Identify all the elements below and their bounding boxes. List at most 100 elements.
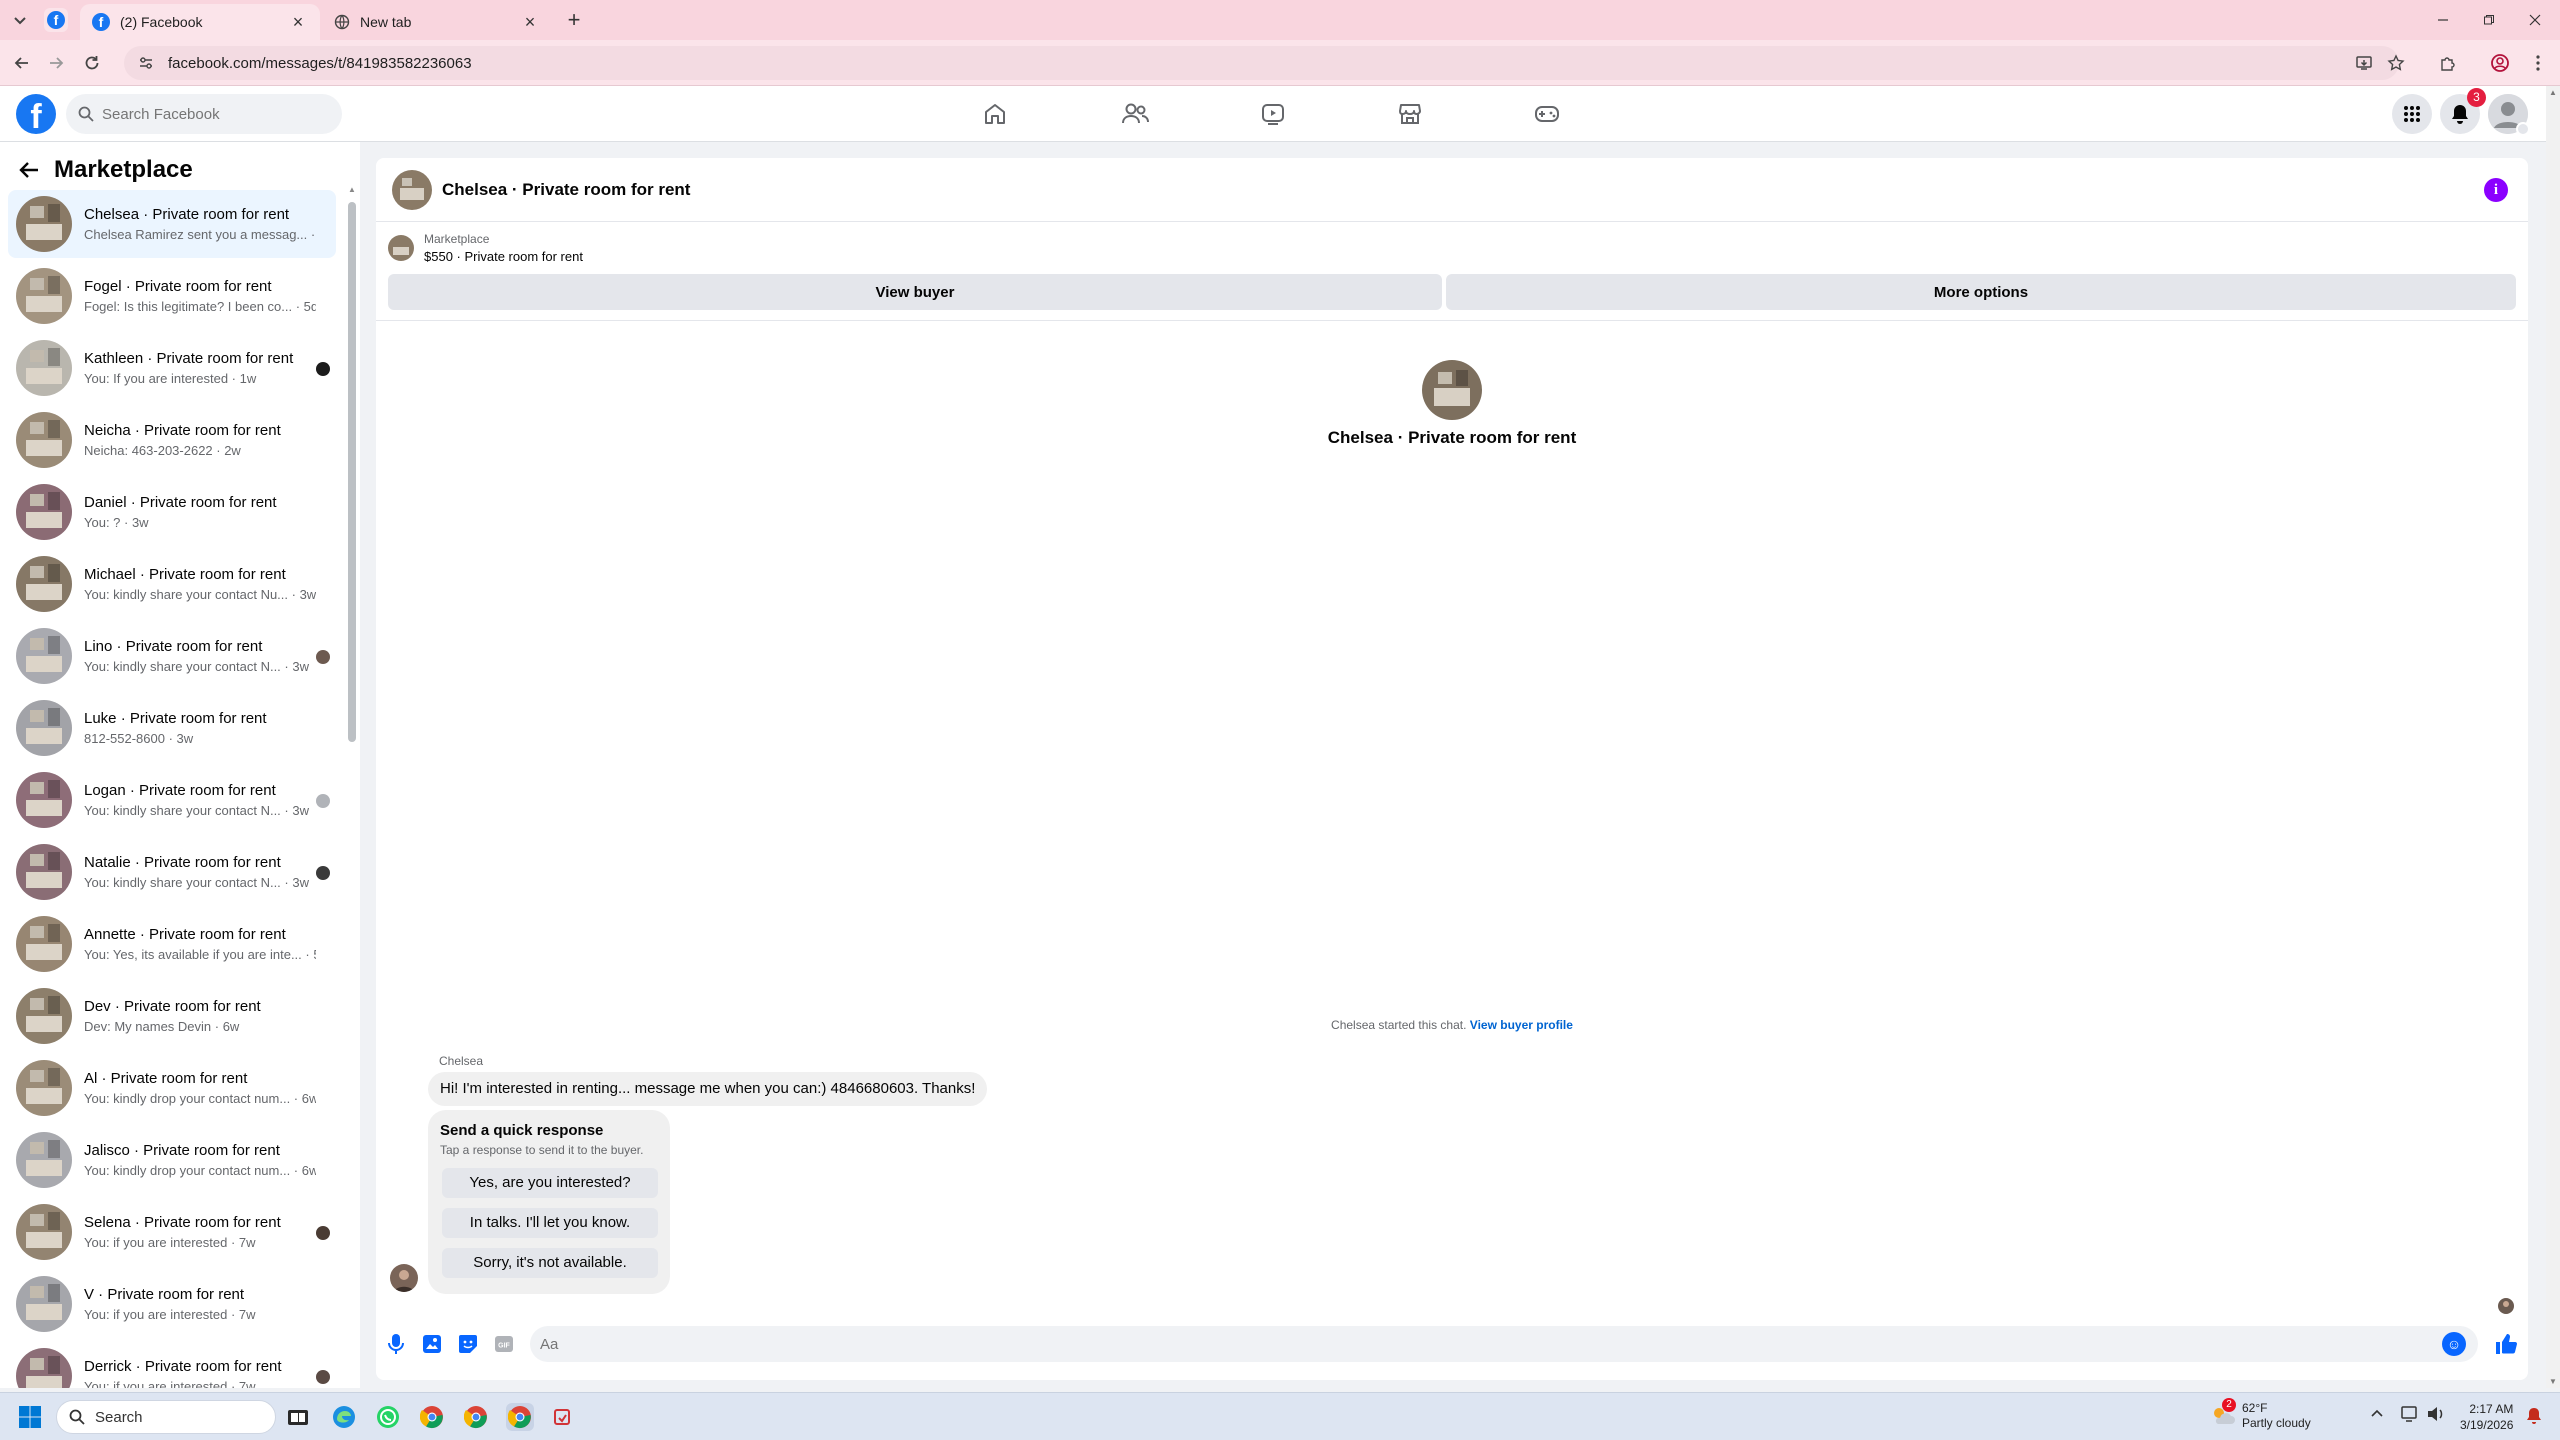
conversation-item[interactable]: Dev · Private room for rent Dev: My names…	[8, 982, 336, 1050]
conversation-name: Kathleen · Private room for rent	[84, 350, 294, 367]
menu-grid-button[interactable]	[2392, 94, 2432, 134]
facebook-logo[interactable]: f	[16, 94, 56, 136]
video-icon	[1262, 104, 1284, 125]
more-options-button[interactable]: More options	[1446, 274, 2516, 310]
quick-reply-yes[interactable]: Yes, are you interested?	[442, 1168, 658, 1198]
partly-cloudy-icon: 2	[2210, 1398, 2236, 1428]
like-thumb-icon[interactable]	[2494, 1332, 2518, 1356]
notifications-button[interactable]: 3	[2440, 88, 2486, 134]
tab-facebook[interactable]: f (2) Facebook ×	[80, 4, 320, 40]
reload-button[interactable]	[80, 51, 104, 75]
site-info-icon[interactable]	[138, 55, 154, 71]
conversation-item[interactable]: Luke · Private room for rent 812-552-8600…	[8, 694, 336, 762]
sticker-icon[interactable]	[456, 1332, 480, 1356]
message-bubble[interactable]: Hi! I'm interested in renting... message…	[428, 1072, 988, 1106]
sender-avatar[interactable]	[390, 1264, 418, 1292]
close-window-button[interactable]	[2512, 0, 2558, 40]
conversation-item[interactable]: Fogel · Private room for rent Fogel: Is t…	[8, 262, 336, 330]
nav-gaming[interactable]	[1492, 86, 1602, 142]
tab-search-icon[interactable]	[10, 10, 30, 30]
facebook-search[interactable]	[66, 94, 342, 134]
conversation-item[interactable]: Daniel · Private room for rent You: ? · 3…	[8, 478, 336, 546]
conversation-item[interactable]: V · Private room for rent You: if you are…	[8, 1270, 336, 1338]
conversation-item[interactable]: Jalisco · Private room for rent You: kind…	[8, 1126, 336, 1194]
page-scrollbar[interactable]: ▲ ▼	[2546, 86, 2560, 1388]
tab-new-tab[interactable]: New tab ×	[322, 4, 552, 40]
weather-widget[interactable]: 2 62°F Partly cloudy	[2210, 1398, 2311, 1431]
bookmark-star-icon[interactable]	[2384, 51, 2408, 75]
chrome-profile-1-icon[interactable]	[418, 1403, 446, 1431]
notification-bell-icon[interactable]	[2526, 1407, 2542, 1425]
conversation-item[interactable]: Kathleen · Private room for rent You: If …	[8, 334, 336, 402]
voice-clip-icon[interactable]	[384, 1332, 408, 1356]
listing-description: $550 · Private room for rent	[424, 249, 583, 264]
install-app-icon[interactable]	[2352, 51, 2376, 75]
system-clock[interactable]: 2:17 AM 3/19/2026	[2460, 1401, 2513, 1433]
start-menu-icon[interactable]	[16, 1403, 44, 1431]
edge-browser-icon[interactable]	[330, 1403, 358, 1431]
conversation-item[interactable]: Annette · Private room for rent You: Yes,…	[8, 910, 336, 978]
divider	[376, 320, 2528, 321]
conversation-item[interactable]: Michael · Private room for rent You: kind…	[8, 550, 336, 618]
gif-icon[interactable]: GIF	[492, 1332, 516, 1356]
conversation-item[interactable]: Natalie · Private room for rent You: kind…	[8, 838, 336, 906]
back-arrow-icon[interactable]	[18, 159, 40, 181]
emoji-icon[interactable]: ☺	[2442, 1332, 2466, 1356]
scroll-down-icon[interactable]: ▼	[2549, 1377, 2557, 1386]
profile-avatar[interactable]	[1422, 360, 1482, 420]
conversation-item[interactable]: Lino · Private room for rent You: kindly …	[8, 622, 336, 690]
minimize-button[interactable]	[2420, 0, 2466, 40]
forward-button[interactable]	[44, 51, 68, 75]
conversation-item[interactable]: Logan · Private room for rent You: kindly…	[8, 766, 336, 834]
view-buyer-button[interactable]: View buyer	[388, 274, 1442, 310]
conversation-info-icon[interactable]: i	[2484, 178, 2508, 202]
task-view-icon[interactable]	[284, 1403, 312, 1431]
scroll-up-icon[interactable]: ▲	[348, 186, 356, 194]
pinned-tab-facebook[interactable]: f	[44, 8, 68, 32]
profile-icon[interactable]	[2488, 51, 2512, 75]
chrome-profile-2-icon[interactable]	[462, 1403, 490, 1431]
view-buyer-profile-link[interactable]: View buyer profile	[1470, 1018, 1573, 1032]
scroll-up-icon[interactable]: ▲	[2549, 88, 2557, 97]
browser-menu-icon[interactable]	[2526, 51, 2550, 75]
nav-marketplace[interactable]	[1355, 86, 1465, 142]
message-input-wrapper: ☺	[530, 1326, 2478, 1362]
nav-home[interactable]	[940, 86, 1050, 142]
account-avatar-button[interactable]	[2488, 94, 2530, 136]
close-tab-icon[interactable]: ×	[288, 12, 308, 32]
listing-summary[interactable]: Marketplace $550 · Private room for rent	[388, 232, 583, 264]
quick-reply-not-available[interactable]: Sorry, it's not available.	[442, 1248, 658, 1278]
sidebar-scrollbar[interactable]: ▲	[348, 186, 356, 1382]
volume-icon[interactable]	[2426, 1405, 2446, 1423]
extensions-icon[interactable]	[2436, 51, 2460, 75]
conversation-item[interactable]: Selena · Private room for rent You: if yo…	[8, 1198, 336, 1266]
back-button[interactable]	[10, 51, 34, 75]
scrollbar-thumb[interactable]	[348, 202, 356, 742]
message-input[interactable]	[540, 1326, 2440, 1362]
snipping-tool-icon[interactable]	[548, 1403, 576, 1431]
chat-title[interactable]: Chelsea · Private room for rent	[442, 180, 690, 200]
tab-title: New tab	[360, 14, 412, 30]
restore-button[interactable]	[2466, 0, 2512, 40]
chrome-profile-3-icon[interactable]	[506, 1403, 534, 1431]
conversation-preview: 812-552-8600 · 3w	[84, 731, 194, 746]
nav-video[interactable]	[1218, 86, 1328, 142]
conversation-item[interactable]: Derrick · Private room for rent You: if y…	[8, 1342, 336, 1388]
new-tab-button[interactable]: +	[562, 8, 586, 32]
conversation-item[interactable]: Chelsea · Private room for rent Chelsea R…	[8, 190, 336, 258]
conversation-thumbnail	[16, 1204, 72, 1260]
search-input[interactable]	[102, 105, 322, 123]
nav-friends[interactable]	[1080, 86, 1190, 142]
read-receipt-avatar	[316, 1226, 330, 1240]
taskbar-search[interactable]: Search	[56, 1400, 276, 1434]
chat-avatar[interactable]	[392, 169, 432, 210]
quick-reply-in-talks[interactable]: In talks. I'll let you know.	[442, 1208, 658, 1238]
whatsapp-icon[interactable]	[374, 1403, 402, 1431]
network-icon[interactable]	[2400, 1405, 2420, 1423]
close-tab-icon[interactable]: ×	[520, 12, 540, 32]
conversation-item[interactable]: Al · Private room for rent You: kindly dr…	[8, 1054, 336, 1122]
photo-icon[interactable]	[420, 1332, 444, 1356]
address-bar[interactable]: facebook.com/messages/t/841983582236063	[124, 46, 2399, 80]
show-hidden-icons-chevron[interactable]	[2370, 1407, 2384, 1421]
conversation-item[interactable]: Neicha · Private room for rent Neicha: 46…	[8, 406, 336, 474]
